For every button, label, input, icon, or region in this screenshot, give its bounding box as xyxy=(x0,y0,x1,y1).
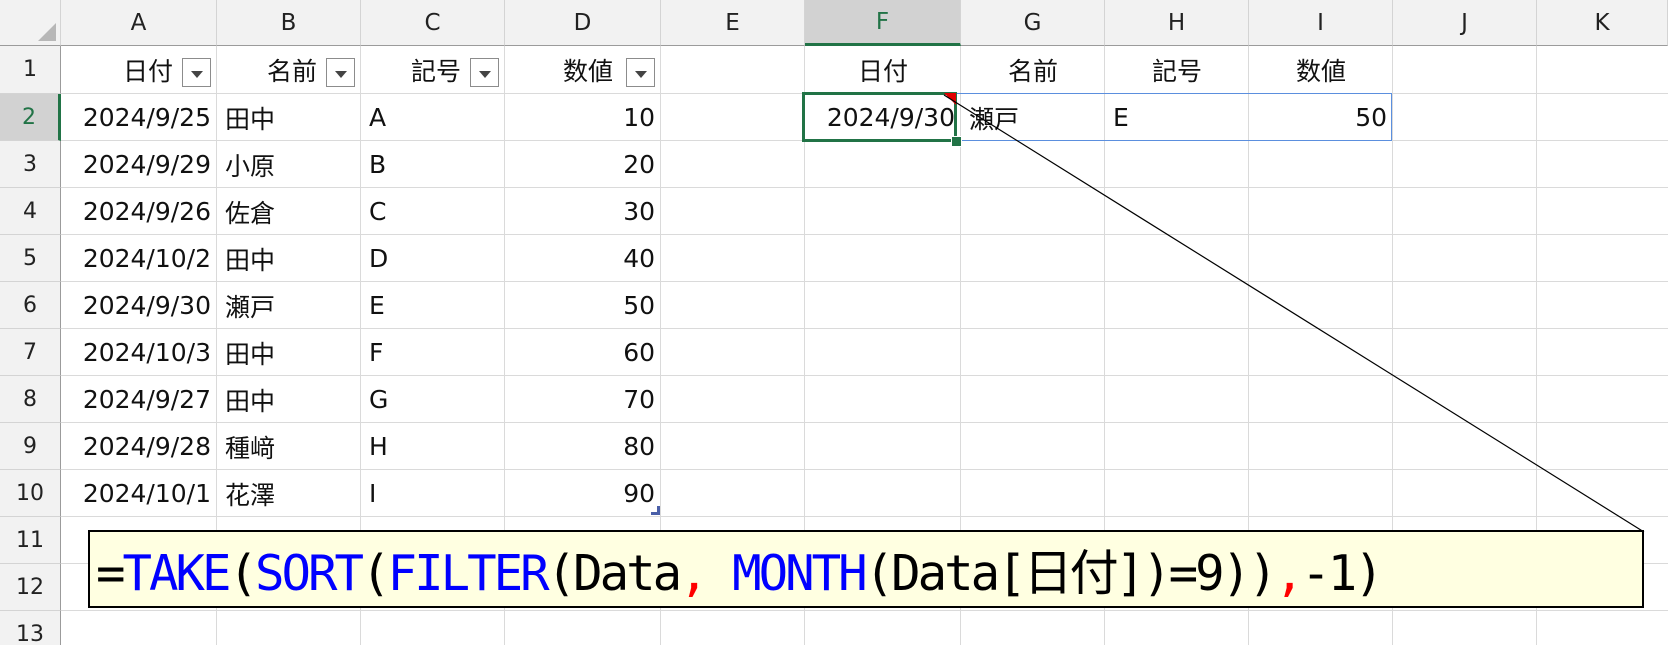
formula-token: ( xyxy=(361,544,390,602)
formula-callout: =TAKE(SORT(FILTER(Data, MONTH(Data[日付])=… xyxy=(88,530,1644,608)
formula-token: (Data xyxy=(546,544,683,602)
spreadsheet: ABCDEFGHIJK 1 2 3 4 5 6 7 8 9 10 11 12 13 日付 名前 記号 数値 20… xyxy=(0,0,1668,645)
formula-token: SORT xyxy=(255,544,364,602)
formula-token: TAKE xyxy=(122,544,232,602)
formula-token: , xyxy=(679,544,708,602)
formula-text: =TAKE(SORT(FILTER(Data, MONTH(Data[日付])=… xyxy=(96,534,1384,605)
formula-token: -1) xyxy=(1301,544,1383,602)
formula-token: (Data[日付])=9)) xyxy=(864,544,1278,602)
formula-token: FILTER xyxy=(387,544,550,602)
formula-token: = xyxy=(96,544,125,602)
formula-token: ( xyxy=(228,544,258,602)
formula-token: MONTH xyxy=(732,544,868,602)
formula-token: , xyxy=(1274,544,1304,602)
formula-token xyxy=(706,545,733,602)
